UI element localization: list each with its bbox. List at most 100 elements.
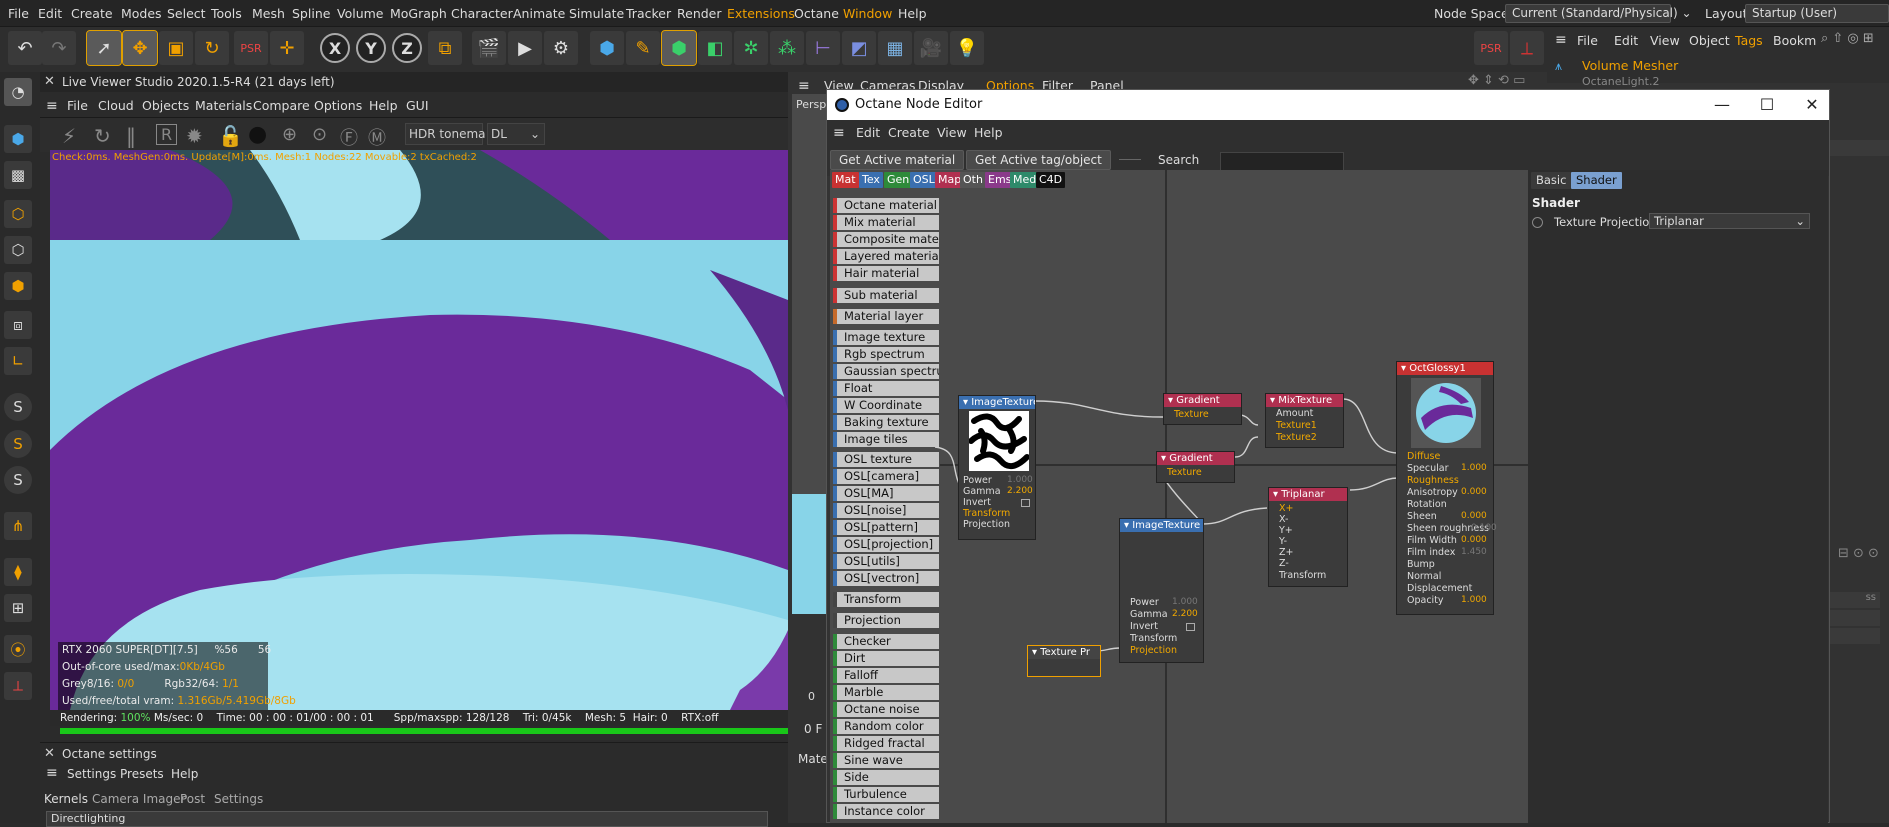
snap-axis-icon[interactable]: ✛ bbox=[270, 31, 304, 65]
library-item[interactable]: OSL[utils] bbox=[833, 554, 939, 569]
menu-create[interactable]: Create bbox=[71, 6, 113, 21]
library-item[interactable]: Octane noise bbox=[833, 702, 939, 717]
os-menu-presets[interactable]: Presets bbox=[120, 767, 164, 781]
camera-icon[interactable]: 🎥 bbox=[914, 31, 948, 65]
library-item[interactable]: Layered material bbox=[833, 249, 939, 264]
menu-window[interactable]: Window bbox=[843, 6, 892, 21]
menu-extensions[interactable]: Extensions bbox=[727, 6, 795, 21]
texture-projection-select[interactable]: Triplanar ⌄ bbox=[1649, 213, 1810, 229]
node-mix-texture[interactable]: ▾ MixTexture Amount Texture1 Texture2 bbox=[1265, 393, 1344, 448]
mograph-cloner-icon[interactable]: ✲ bbox=[734, 31, 768, 65]
library-item[interactable]: Float bbox=[833, 381, 939, 396]
lock-icon[interactable]: 🔓 bbox=[218, 124, 243, 148]
cube-icon[interactable]: ⬢ bbox=[590, 31, 624, 65]
tonemap-select[interactable]: HDR tonema bbox=[405, 123, 486, 145]
lv-menu-compare[interactable]: Compare bbox=[253, 98, 310, 113]
grid-lock-icon[interactable]: ⊞ bbox=[4, 594, 32, 622]
snap-icon[interactable]: S bbox=[4, 393, 32, 421]
ne-menu-help[interactable]: Help bbox=[974, 125, 1003, 140]
bend-icon[interactable]: ⊢ bbox=[806, 31, 840, 65]
psr-icon[interactable]: PSR bbox=[234, 31, 268, 65]
render-region-icon[interactable]: 🎬 bbox=[472, 31, 506, 65]
library-item[interactable]: Falloff bbox=[833, 668, 939, 683]
lv-menu-materials[interactable]: Materials bbox=[195, 98, 252, 113]
attr-icons[interactable]: ⊟ ⊙ ⊙ bbox=[1838, 546, 1879, 561]
axis-gizmo-icon[interactable]: ⟂ bbox=[1510, 31, 1544, 65]
field-icon[interactable]: ◩ bbox=[842, 31, 876, 65]
render-view-icon[interactable]: ▶ bbox=[508, 31, 542, 65]
model-mode-icon[interactable]: ⬢ bbox=[4, 125, 32, 153]
cat-c4d[interactable]: C4D bbox=[1036, 172, 1066, 188]
menu-modes[interactable]: Modes bbox=[121, 6, 162, 21]
library-item[interactable]: Dirt bbox=[833, 651, 939, 666]
menu-tracker[interactable]: Tracker bbox=[626, 6, 671, 21]
tab-kernels[interactable]: Kernels bbox=[44, 792, 88, 806]
library-item[interactable]: OSL[projection] bbox=[833, 537, 939, 552]
pick-focus-icon[interactable]: ⊕ bbox=[282, 124, 297, 145]
invert-checkbox[interactable] bbox=[1186, 623, 1195, 631]
node-image-texture-1[interactable]: ▾ ImageTexture Power 1.000 Gamma 2.200 I… bbox=[958, 395, 1036, 540]
menu-simulate[interactable]: Simulate bbox=[569, 6, 624, 21]
menu-volume[interactable]: Volume bbox=[337, 6, 384, 21]
edges-mode-icon[interactable]: ⬡ bbox=[4, 236, 32, 264]
send-scene-icon[interactable]: ⚡ bbox=[62, 124, 76, 148]
library-item[interactable]: OSL[noise] bbox=[833, 503, 939, 518]
cat-med[interactable]: Med bbox=[1010, 172, 1040, 188]
library-item[interactable]: Baking texture bbox=[833, 415, 939, 430]
library-item[interactable]: OSL[vectron] bbox=[833, 571, 939, 586]
node-image-texture-2[interactable]: ▾ ImageTexture Power 1.000 Gamma 2.200 I… bbox=[1119, 518, 1204, 663]
node-octglossy[interactable]: ▾ OctGlossy1 Diffuse Specular 1.000 Roug… bbox=[1396, 361, 1497, 615]
library-item[interactable]: OSL[camera] bbox=[833, 469, 939, 484]
subdivision-icon[interactable]: ⬢ bbox=[661, 30, 697, 66]
menu-mesh[interactable]: Mesh bbox=[252, 6, 285, 21]
library-item[interactable]: Ridged fractal bbox=[833, 736, 939, 751]
node-triplanar[interactable]: ▾ Triplanar X+ X- Y+ Y- Z+ Z- Transform bbox=[1268, 487, 1348, 587]
search-icon[interactable]: ⌕ ⇧ ◎ ⊞ bbox=[1821, 31, 1874, 46]
pen-icon[interactable]: ✎ bbox=[626, 31, 660, 65]
settings-gear-icon[interactable]: ✹ bbox=[186, 124, 203, 148]
texture-mode-icon[interactable]: ▩ bbox=[4, 161, 32, 189]
menu-animate[interactable]: Animate bbox=[513, 6, 565, 21]
restart-icon[interactable]: ↻ bbox=[94, 124, 111, 148]
redo-icon[interactable]: ↷ bbox=[42, 31, 76, 65]
library-item[interactable]: Marble bbox=[833, 685, 939, 700]
om-menu-file[interactable]: File bbox=[1577, 33, 1598, 48]
tab-post[interactable]: Post bbox=[180, 792, 205, 806]
om-menu-tags[interactable]: Tags bbox=[1735, 33, 1763, 48]
close-icon[interactable]: ✕ bbox=[1797, 93, 1827, 117]
ne-menu-view[interactable]: View bbox=[937, 125, 967, 140]
lv-menu-options[interactable]: Options bbox=[314, 98, 362, 113]
material-ball-icon[interactable]: ● bbox=[248, 122, 267, 147]
ne-menu-create[interactable]: Create bbox=[888, 125, 930, 140]
cat-osl[interactable]: OSL bbox=[910, 172, 938, 188]
region-icon[interactable]: R bbox=[156, 124, 178, 145]
kernel-mode-select[interactable]: DL ⌄ bbox=[487, 123, 545, 145]
cat-mat[interactable]: Mat bbox=[832, 172, 859, 188]
node-space-select[interactable]: Current (Standard/Physical) ⌄ bbox=[1505, 4, 1692, 23]
uv-mode-icon[interactable]: ⧈ bbox=[4, 311, 32, 339]
om-menu-view[interactable]: View bbox=[1650, 33, 1680, 48]
library-item[interactable]: Rgb spectrum bbox=[833, 347, 939, 362]
light-icon[interactable]: 💡 bbox=[950, 31, 984, 65]
floor-icon[interactable]: ▦ bbox=[878, 31, 912, 65]
polygons-mode-icon[interactable]: ⬢ bbox=[4, 272, 32, 300]
os-menu-settings[interactable]: Settings bbox=[67, 767, 116, 781]
menu-render[interactable]: Render bbox=[677, 6, 722, 21]
library-item[interactable]: Gaussian spectrum bbox=[833, 364, 939, 379]
menu-spline[interactable]: Spline bbox=[292, 6, 330, 21]
library-item[interactable]: Instance color bbox=[833, 804, 939, 819]
om-menu-bookmarks[interactable]: Bookm bbox=[1773, 33, 1816, 48]
library-item[interactable]: Checker bbox=[833, 634, 939, 649]
viewport-nav-icons[interactable]: ✥ ⇕ ⟲ ▭ bbox=[1468, 73, 1525, 88]
z-axis-icon[interactable]: Z bbox=[392, 33, 422, 63]
hamburger-icon[interactable]: ≡ bbox=[833, 125, 845, 141]
minimize-icon[interactable]: — bbox=[1707, 93, 1737, 117]
axis-mode-icon[interactable]: ∟ bbox=[4, 347, 32, 375]
om-menu-edit[interactable]: Edit bbox=[1614, 33, 1638, 48]
cat-gen[interactable]: Gen bbox=[884, 172, 913, 188]
render-settings-icon[interactable]: ⚙ bbox=[544, 31, 578, 65]
om-menu-object[interactable]: Object bbox=[1689, 33, 1730, 48]
points-mode-icon[interactable]: ⬡ bbox=[4, 200, 32, 228]
material-picker-icon[interactable]: Ⓜ bbox=[368, 124, 386, 150]
library-item[interactable]: Sub material bbox=[833, 288, 939, 303]
